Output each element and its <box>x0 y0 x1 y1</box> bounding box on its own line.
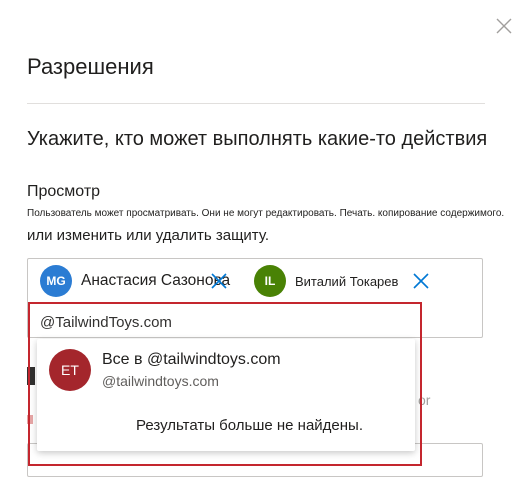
remove-icon[interactable] <box>412 272 430 290</box>
highlight-box <box>28 302 422 466</box>
remove-icon[interactable] <box>210 272 228 290</box>
dialog-title: Разрешения <box>27 54 154 79</box>
dialog-heading: Укажите, кто может выполнять какие-то де… <box>27 128 488 150</box>
permission-description-continued: или изменить или удалить защиту. <box>27 227 270 244</box>
person-chip: IL Виталий Токарев <box>254 264 430 298</box>
title-divider <box>27 103 485 104</box>
person-name: Анастасия Сазонова <box>81 272 231 289</box>
person-chip: MG Анастасия Сазонова <box>40 264 231 298</box>
permission-description: Пользователь может просматривать. Они не… <box>27 208 505 219</box>
close-icon[interactable] <box>494 16 514 36</box>
avatar: IL <box>254 265 286 297</box>
permission-label: Просмотр <box>27 183 101 200</box>
person-name: Виталий Токарев <box>295 273 399 289</box>
avatar: MG <box>40 265 72 297</box>
